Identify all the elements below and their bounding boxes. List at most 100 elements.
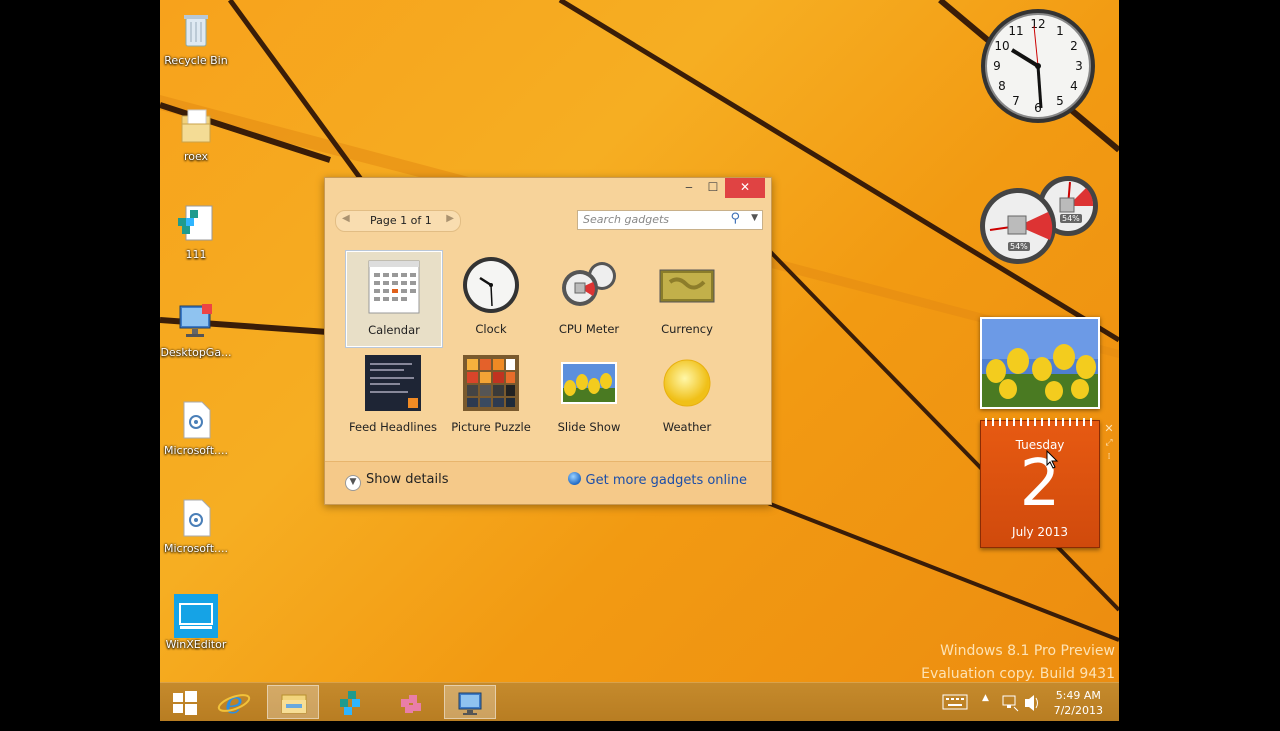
app-icon [340, 691, 360, 715]
gadget-label: Slide Show [557, 420, 621, 434]
gadget-controls: ✕ ⤢ ⁞ [1102, 422, 1116, 468]
desktop-icon-label: DesktopGa... [160, 346, 232, 359]
search-icon[interactable]: ⚲ [730, 211, 740, 226]
globe-icon [567, 472, 581, 485]
taskbar: e ▲ 5:49 AM 7/2/2013 [160, 682, 1119, 721]
desktop-icon-microsoft-1[interactable]: Microsoft.... [160, 400, 234, 457]
clock-gadget[interactable]: 12 1 2 345 678 9 10 11 [978, 6, 1098, 126]
start-button[interactable] [162, 685, 206, 719]
feed-headlines-gadget-icon [364, 354, 422, 412]
document-icon [176, 400, 216, 440]
gallery-toolbar: ◀ Page 1 of 1 ▶ Search gadgets ⚲ ▼ [335, 210, 763, 232]
pink-blocks-icon [401, 695, 421, 713]
page-navigator: ◀ Page 1 of 1 ▶ [335, 210, 461, 232]
tulips-photo [982, 319, 1098, 407]
cpu-meter-gadget-icon [560, 256, 618, 314]
gadget-tile-cpu-meter[interactable]: CPU Meter [541, 250, 637, 346]
gadget-tile-currency[interactable]: Currency [639, 250, 735, 346]
desktop-icon-roex[interactable]: roex [160, 106, 234, 163]
svg-text:12: 12 [1030, 17, 1045, 31]
network-icon[interactable] [1000, 683, 1020, 721]
watermark-line-2: Evaluation copy. Build 9431 [921, 666, 1115, 682]
gadget-label: Calendar [368, 323, 420, 337]
previous-page-icon[interactable]: ◀ [342, 213, 350, 224]
desktop-icon-desktopgadgets[interactable]: DesktopGa... [160, 302, 234, 359]
svg-text:9: 9 [993, 59, 1001, 73]
gadget-drag-icon[interactable]: ⁞ [1102, 450, 1116, 464]
get-more-gadgets-link[interactable]: Get more gadgets online [567, 472, 747, 488]
svg-text:2: 2 [1070, 39, 1078, 53]
desktop-icon-winxeditor[interactable]: WinXEditor [160, 594, 234, 651]
title-bar[interactable]: ‒ ☐ ✕ [325, 178, 771, 200]
slideshow-gadget[interactable] [980, 317, 1100, 409]
internet-explorer-icon: e [217, 686, 251, 721]
search-gadgets-input[interactable]: Search gadgets ⚲ ▼ [577, 210, 763, 230]
gadget-close-icon[interactable]: ✕ [1102, 422, 1116, 436]
gadget-tile-feed-headlines[interactable]: Feed Headlines [345, 348, 441, 444]
calendar-gadget-icon [365, 257, 423, 315]
gallery-footer: ▼ Show details Get more gadgets online [325, 461, 771, 504]
gadget-tile-slide-show[interactable]: Slide Show [541, 348, 637, 444]
computer-icon [176, 302, 216, 342]
get-more-label: Get more gadgets online [585, 473, 747, 488]
show-hidden-icons-button[interactable]: ▲ [982, 693, 989, 731]
desktop-icon-recycle-bin[interactable]: Recycle Bin [160, 10, 234, 67]
touch-keyboard-button[interactable] [940, 683, 970, 721]
svg-text:1: 1 [1056, 24, 1064, 38]
volume-icon[interactable] [1022, 683, 1042, 721]
show-details-toggle[interactable]: ▼ Show details [345, 472, 449, 491]
keyboard-icon [942, 694, 968, 710]
taskbar-internet-explorer[interactable]: e [208, 685, 260, 721]
desktop-icon-label: 111 [185, 248, 207, 261]
desktop-icon-microsoft-2[interactable]: Microsoft.... [160, 498, 234, 555]
desktop-icon-label: Recycle Bin [164, 54, 228, 67]
clock-face-icon: 12 12 345 678 91011 [981, 9, 1095, 123]
taskbar-app-111[interactable] [326, 685, 378, 719]
svg-text:10: 10 [994, 39, 1009, 53]
gadget-tile-clock[interactable]: Clock [443, 250, 539, 346]
taskbar-file-explorer[interactable] [267, 685, 319, 719]
gadget-tile-calendar[interactable]: Calendar [345, 250, 443, 348]
show-details-label: Show details [366, 472, 449, 487]
recycle-bin-icon [176, 10, 216, 50]
page-indicator: Page 1 of 1 [370, 214, 432, 227]
gadget-label: Clock [475, 322, 507, 336]
gadget-label: Currency [661, 322, 713, 336]
calendar-day-number: 2 [1019, 447, 1061, 521]
chevron-down-icon: ▼ [345, 475, 361, 491]
close-button[interactable]: ✕ [725, 178, 765, 198]
desktop-icon-label: Microsoft.... [163, 542, 229, 555]
gadget-tile-picture-puzzle[interactable]: Picture Puzzle [443, 348, 539, 444]
clock-date: 7/2/2013 [1053, 704, 1103, 717]
svg-text:11: 11 [1008, 24, 1023, 38]
cpu-meter-gadget[interactable]: 54% 54% [978, 174, 1100, 266]
cpu-percent: 54% [1008, 242, 1030, 251]
folder-icon [176, 106, 216, 146]
desktop-icon-111[interactable]: 111 [160, 204, 234, 261]
mouse-cursor-icon [1046, 450, 1059, 469]
gadget-gallery-window: ‒ ☐ ✕ ◀ Page 1 of 1 ▶ Search gadgets ⚲ ▼ [324, 177, 772, 505]
search-placeholder: Search gadgets [583, 213, 670, 226]
maximize-button[interactable]: ☐ [701, 178, 725, 198]
gadget-tile-weather[interactable]: Weather [639, 348, 735, 444]
picture-puzzle-gadget-icon [462, 354, 520, 412]
document-icon [176, 498, 216, 538]
svg-text:5: 5 [1056, 94, 1064, 108]
watermark-line-1: Windows 8.1 Pro Preview [940, 643, 1115, 659]
taskbar-app-pink[interactable] [385, 685, 437, 719]
gadget-label: Picture Puzzle [451, 420, 531, 434]
gadget-label: Weather [662, 420, 712, 434]
calendar-gadget[interactable]: Tuesday 2 July 2013 [980, 418, 1100, 548]
memory-percent: 54% [1060, 214, 1082, 223]
calendar-binding [985, 418, 1095, 426]
calendar-month: July 2013 [1012, 525, 1068, 539]
system-clock[interactable]: 5:49 AM 7/2/2013 [1054, 688, 1103, 718]
taskbar-desktop-gadgets[interactable] [444, 685, 496, 719]
svg-text:4: 4 [1070, 79, 1078, 93]
winxeditor-icon [174, 594, 218, 638]
minimize-button[interactable]: ‒ [677, 178, 701, 198]
gadget-size-icon[interactable]: ⤢ [1102, 436, 1116, 450]
clock-time: 5:49 AM [1055, 689, 1101, 702]
next-page-icon[interactable]: ▶ [446, 213, 454, 224]
search-dropdown-icon[interactable]: ▼ [751, 213, 758, 223]
